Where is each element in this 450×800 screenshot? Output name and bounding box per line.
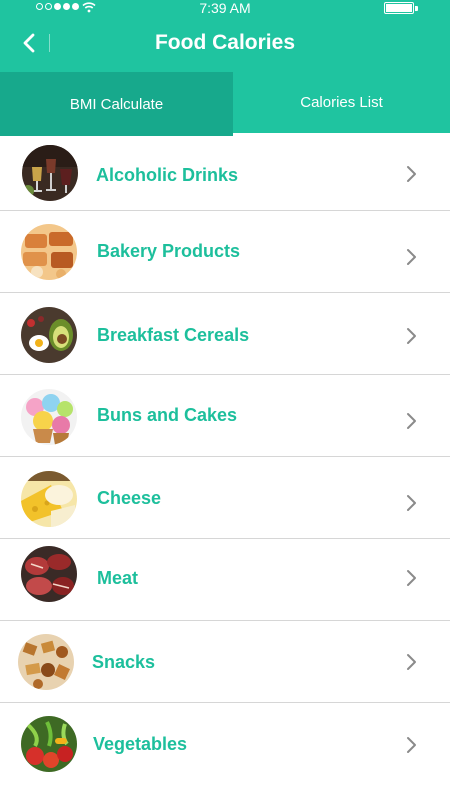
tab-bar: BMI Calculate Calories List (0, 72, 450, 136)
chevron-right-icon (407, 249, 416, 265)
list-item-label: Meat (97, 568, 139, 588)
list-item-breakfast-cereals[interactable]: Breakfast Cereals (0, 293, 450, 375)
alcoholic-drinks-thumbnail (22, 145, 78, 201)
list-item-label: Alcoholic Drinks (96, 165, 239, 185)
chevron-right-icon (407, 654, 416, 670)
list-item-label: Cheese (97, 488, 162, 508)
tab-calories-list[interactable]: Calories List (233, 72, 450, 136)
cheese-thumbnail (21, 471, 77, 527)
category-list: Alcoholic Drinks Bakery Products Breakfa… (0, 136, 450, 789)
list-item-alcoholic-drinks[interactable]: Alcoholic Drinks (0, 136, 450, 211)
tab-bmi-calculate[interactable]: BMI Calculate (0, 72, 233, 136)
chevron-right-icon (407, 495, 416, 511)
status-time: 7:39 AM (199, 0, 251, 16)
list-item-label: Snacks (92, 652, 156, 672)
list-item-vegetables[interactable]: Vegetables (0, 703, 450, 789)
list-item-meat[interactable]: Meat (0, 539, 450, 621)
bakery-products-thumbnail (21, 224, 77, 280)
chevron-right-icon (407, 166, 416, 182)
meat-thumbnail (21, 546, 77, 602)
chevron-right-icon (407, 413, 416, 429)
battery-nub (415, 6, 418, 11)
battery-icon (384, 2, 418, 14)
buns-and-cakes-thumbnail (21, 389, 77, 445)
list-item-snacks[interactable]: Snacks (0, 621, 450, 703)
chevron-right-icon (407, 570, 416, 586)
app-header: 7:39 AM Food Calories (0, 0, 450, 72)
list-item-label: Breakfast Cereals (97, 325, 250, 345)
list-item-cheese[interactable]: Cheese (0, 457, 450, 539)
list-item-bakery-products[interactable]: Bakery Products (0, 211, 450, 293)
snacks-thumbnail (18, 634, 74, 690)
page-title: Food Calories (154, 31, 296, 54)
chevron-right-icon (407, 737, 416, 753)
list-item-label: Buns and Cakes (97, 405, 238, 425)
chevron-right-icon (407, 328, 416, 344)
battery-fill (386, 4, 412, 12)
status-bar: 7:39 AM (0, 0, 450, 16)
list-item-label: Vegetables (93, 734, 188, 754)
list-item-buns-and-cakes[interactable]: Buns and Cakes (0, 375, 450, 457)
list-item-label: Bakery Products (97, 241, 241, 261)
breakfast-cereals-thumbnail (21, 307, 77, 363)
vegetables-thumbnail (21, 716, 77, 772)
